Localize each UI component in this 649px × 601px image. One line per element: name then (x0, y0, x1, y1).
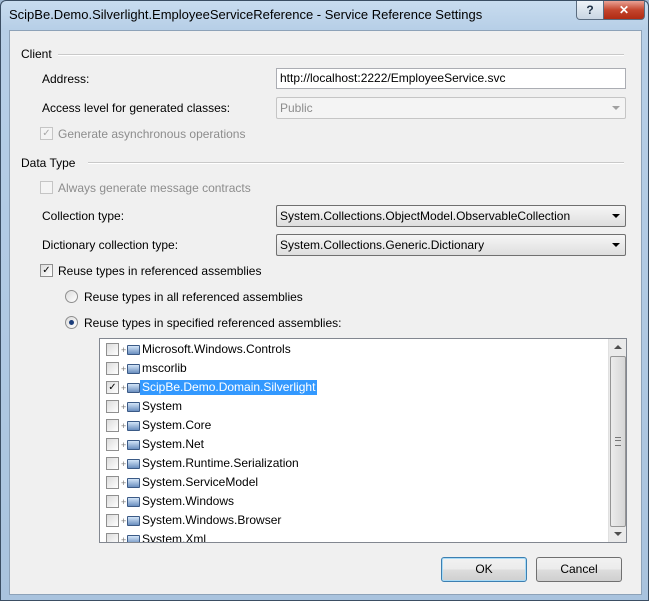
assembly-icon: + (121, 420, 140, 431)
assembly-name: Microsoft.Windows.Controls (142, 342, 291, 356)
list-item[interactable]: + mscorlib (100, 359, 605, 378)
assembly-checkbox[interactable] (106, 533, 119, 542)
reuse-specified-radio[interactable] (65, 316, 78, 329)
always-generate-label: Always generate message contracts (58, 181, 251, 195)
collection-type-select[interactable]: System.Collections.ObjectModel.Observabl… (276, 205, 626, 227)
list-item[interactable]: + System.Core (100, 416, 605, 435)
assembly-checkbox[interactable] (106, 343, 119, 356)
assembly-checkbox[interactable] (106, 476, 119, 489)
assembly-name: ScipBe.Demo.Domain.Silverlight (140, 380, 318, 395)
close-button[interactable]: ✕ (603, 1, 645, 20)
collection-type-label: Collection type: (42, 209, 125, 223)
grip-icon (615, 437, 621, 446)
assembly-icon: + (121, 534, 140, 542)
list-item[interactable]: + System (100, 397, 605, 416)
radio-dot-icon (69, 320, 74, 325)
list-item[interactable]: ✓ + ScipBe.Demo.Domain.Silverlight (100, 378, 605, 397)
assembly-icon: + (121, 382, 140, 393)
ok-button[interactable]: OK (441, 557, 527, 582)
assembly-name: System.Core (142, 418, 212, 432)
assembly-name: System.Xml (142, 532, 207, 543)
assembly-checkbox[interactable]: ✓ (106, 381, 119, 394)
scroll-down-icon[interactable] (614, 532, 622, 536)
assembly-name: mscorlib (142, 361, 187, 375)
chevron-down-icon (612, 243, 620, 247)
reuse-all-label: Reuse types in all referenced assemblies (84, 290, 303, 304)
client-group-divider (58, 54, 624, 56)
access-level-value: Public (280, 101, 313, 115)
assembly-icon: + (121, 363, 140, 374)
assembly-checkbox[interactable] (106, 495, 119, 508)
dictionary-type-select[interactable]: System.Collections.Generic.Dictionary (276, 234, 626, 256)
list-item[interactable]: + System.Xml (100, 530, 605, 543)
dialog-window: ScipBe.Demo.Silverlight.EmployeeServiceR… (0, 0, 649, 601)
assembly-name: System (142, 399, 183, 413)
assembly-icon: + (121, 515, 140, 526)
assembly-checkbox[interactable] (106, 400, 119, 413)
assembly-checkbox[interactable] (106, 514, 119, 527)
title-bar[interactable]: ScipBe.Demo.Silverlight.EmployeeServiceR… (1, 1, 648, 29)
assembly-checkbox[interactable] (106, 362, 119, 375)
cancel-button[interactable]: Cancel (536, 557, 622, 582)
assembly-name: System.Windows.Browser (142, 513, 282, 527)
assembly-icon: + (121, 477, 140, 488)
scroll-up-icon[interactable] (614, 345, 622, 349)
assembly-icon: + (121, 439, 140, 450)
assembly-list[interactable]: + Microsoft.Windows.Controls + mscorlib ✓ + Sc… (99, 338, 627, 543)
list-item[interactable]: + System.Windows.Browser (100, 511, 605, 530)
chevron-down-icon (612, 106, 620, 110)
assembly-name: System.Runtime.Serialization (142, 456, 299, 470)
list-item[interactable]: + System.Windows (100, 492, 605, 511)
dictionary-type-value: System.Collections.Generic.Dictionary (280, 238, 485, 252)
generate-async-checkbox[interactable]: ✓ (40, 127, 53, 140)
scrollbar-thumb[interactable] (610, 356, 626, 527)
assembly-name: System.Net (142, 437, 205, 451)
always-generate-checkbox[interactable] (40, 181, 53, 194)
dictionary-type-label: Dictionary collection type: (42, 238, 179, 252)
list-item[interactable]: + System.Net (100, 435, 605, 454)
access-level-label: Access level for generated classes: (42, 101, 231, 115)
list-item[interactable]: + Microsoft.Windows.Controls (100, 340, 605, 359)
assembly-icon: + (121, 458, 140, 469)
dialog-body: Client Address: http://localhost:2222/Em… (9, 30, 642, 595)
assembly-checkbox[interactable] (106, 419, 119, 432)
client-group-title: Client (21, 47, 52, 61)
reuse-types-label: Reuse types in referenced assemblies (58, 264, 262, 278)
assembly-checkbox[interactable] (106, 457, 119, 470)
assembly-icon: + (121, 401, 140, 412)
assembly-name: System.ServiceModel (142, 475, 259, 489)
data-type-group-title: Data Type (21, 156, 76, 170)
collection-type-value: System.Collections.ObjectModel.Observabl… (280, 209, 571, 223)
assembly-icon: + (121, 496, 140, 507)
window-title: ScipBe.Demo.Silverlight.EmployeeServiceR… (9, 7, 483, 22)
vertical-scrollbar[interactable] (608, 339, 626, 542)
list-item[interactable]: + System.ServiceModel (100, 473, 605, 492)
list-item[interactable]: + System.Runtime.Serialization (100, 454, 605, 473)
address-label: Address: (42, 72, 90, 86)
reuse-all-radio[interactable] (65, 290, 78, 303)
assembly-name: System.Windows (142, 494, 235, 508)
help-button[interactable]: ? (576, 1, 604, 20)
reuse-specified-label: Reuse types in specified referenced asse… (84, 316, 342, 330)
assembly-checkbox[interactable] (106, 438, 119, 451)
data-type-group-divider (88, 162, 624, 164)
reuse-types-checkbox[interactable]: ✓ (40, 264, 53, 277)
generate-async-label: Generate asynchronous operations (58, 127, 246, 141)
close-icon: ✕ (618, 3, 630, 17)
access-level-select[interactable]: Public (276, 97, 626, 119)
assembly-icon: + (121, 344, 140, 355)
address-field[interactable]: http://localhost:2222/EmployeeService.sv… (276, 68, 626, 89)
chevron-down-icon (612, 214, 620, 218)
